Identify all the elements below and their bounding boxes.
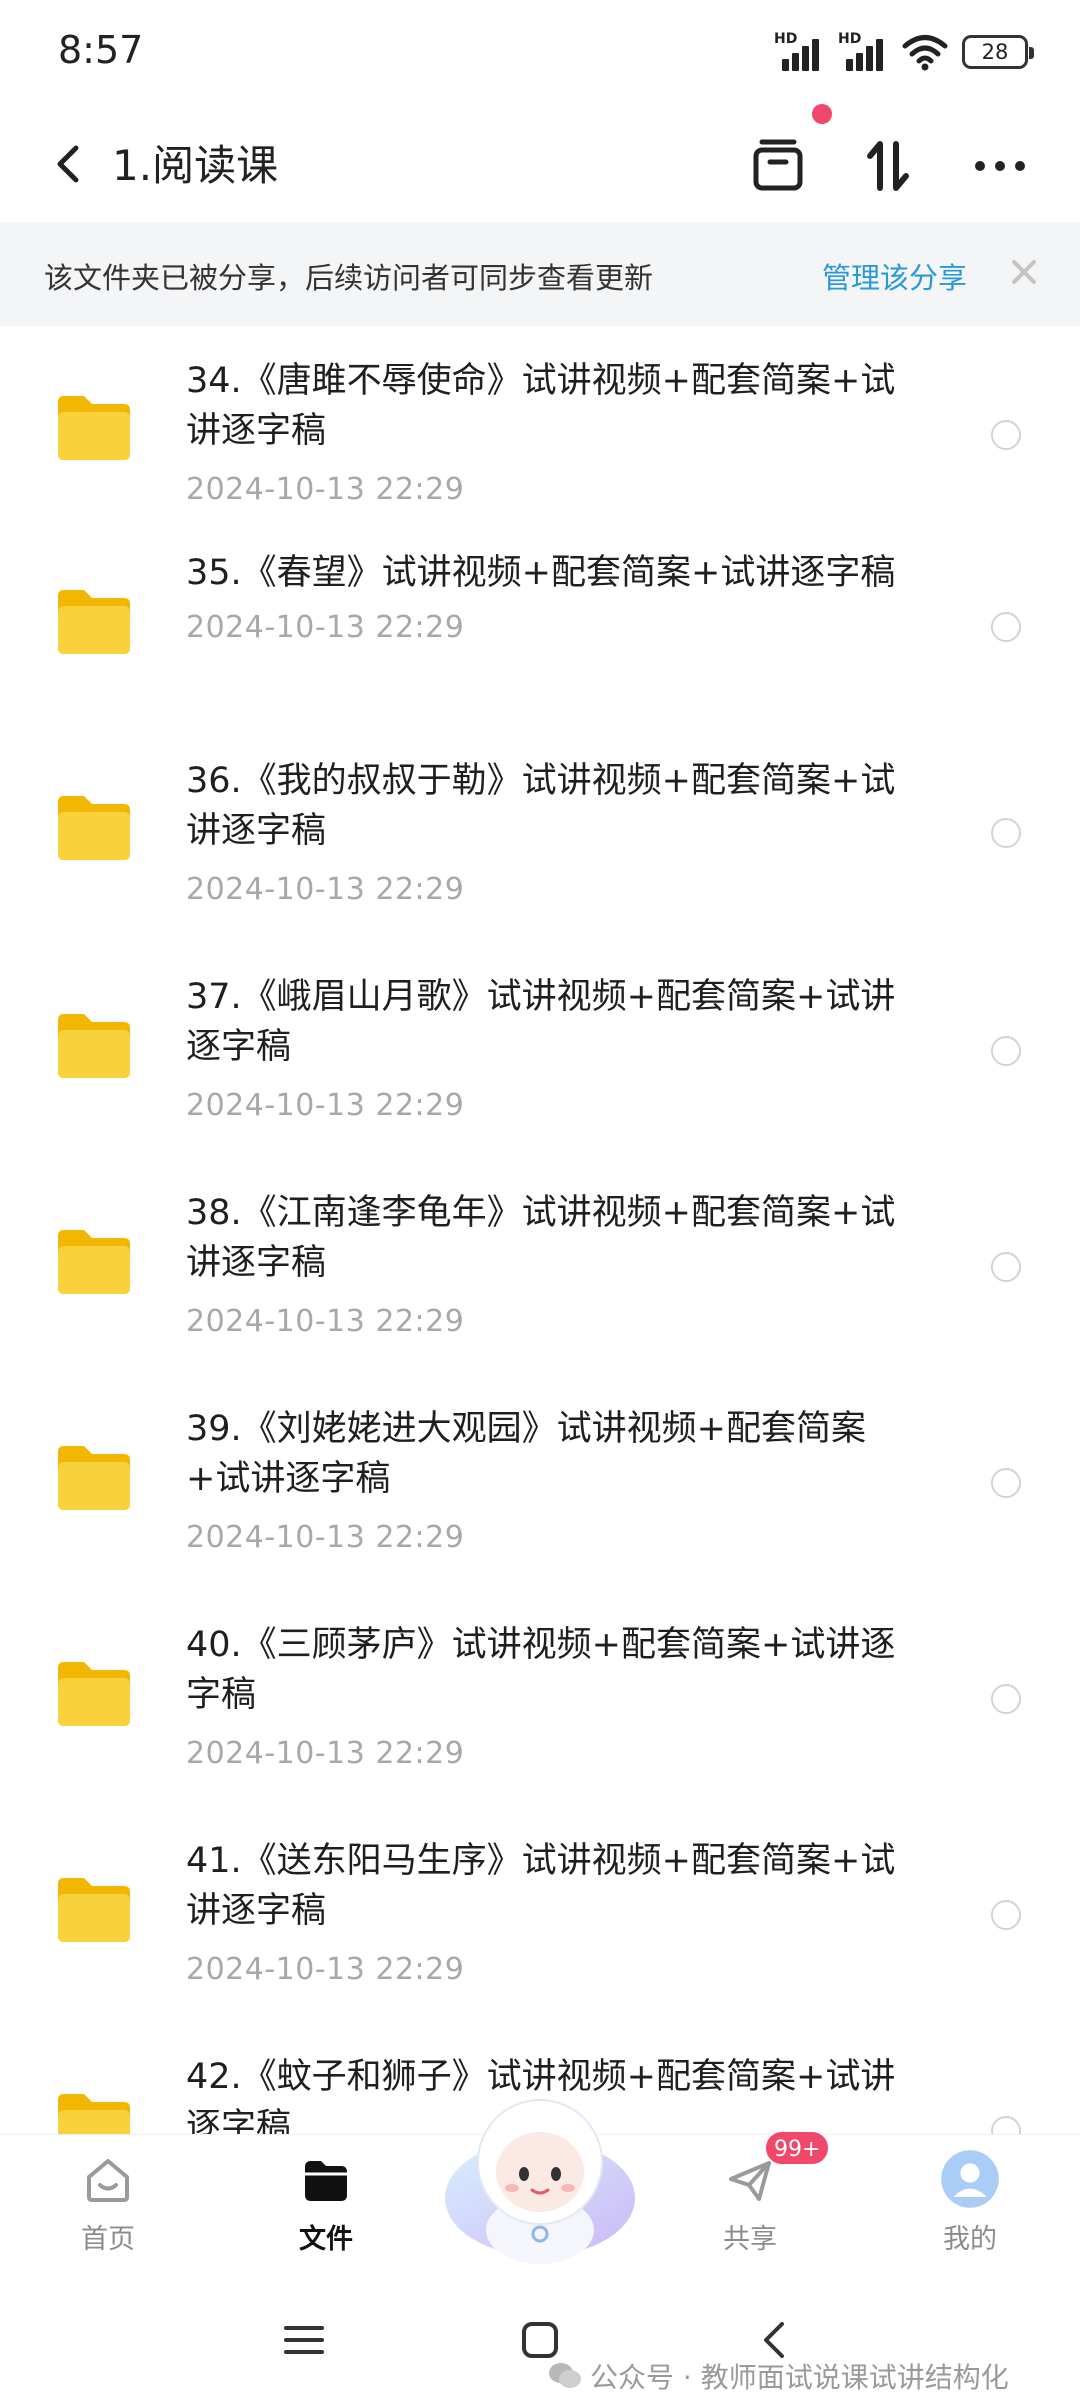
file-date: 2024-10-13 22:29 (186, 1088, 465, 1123)
file-date: 2024-10-13 22:29 (186, 1736, 465, 1771)
folder-icon (58, 590, 130, 654)
folder-icon (305, 2161, 347, 2201)
watermark-text: 公众号 · 教师面试说课试讲结构化 (590, 2361, 1009, 2394)
battery-icon: 28 (962, 35, 1034, 69)
notification-dot (812, 104, 832, 124)
nav-files-label: 文件 (299, 2224, 353, 2255)
file-title: 41.《送东阳马生序》试讲视频+配套简案+试讲逐字稿 (186, 1841, 896, 1931)
file-title: 36.《我的叔叔于勒》试讲视频+配套简案+试讲逐字稿 (186, 761, 896, 851)
list-item[interactable]: 40.《三顾茅庐》试讲视频+配套简案+试讲逐字稿 2024-10-13 22:2… (0, 1590, 1080, 1806)
file-date: 2024-10-13 22:29 (186, 472, 465, 507)
file-title: 35.《春望》试讲视频+配套简案+试讲逐字稿 (186, 553, 896, 593)
sort-icon[interactable] (850, 128, 926, 204)
send-icon (729, 2161, 771, 2201)
close-icon[interactable] (1004, 252, 1044, 292)
status-icons: HD HD 28 (774, 30, 1034, 74)
select-radio[interactable] (991, 1684, 1021, 1714)
folder-icon (58, 1446, 130, 1510)
header: 1.阅读课 (0, 110, 1080, 220)
file-date: 2024-10-13 22:29 (186, 610, 465, 645)
select-radio[interactable] (991, 2116, 1021, 2134)
file-title: 38.《江南逢李龟年》试讲视频+配套简案+试讲逐字稿 (186, 1193, 896, 1283)
select-radio[interactable] (991, 818, 1021, 848)
wechat-icon (549, 2363, 581, 2388)
folder-icon (58, 1014, 130, 1078)
nav-home-label: 首页 (81, 2224, 135, 2255)
page-title: 1.阅读课 (112, 141, 279, 190)
status-time: 8:57 (58, 28, 144, 72)
hd-label: HD (774, 31, 798, 47)
file-title: 39.《刘姥姥进大观园》试讲视频+配套简案+试讲逐字稿 (186, 1409, 866, 1499)
avatar-icon (941, 2150, 999, 2208)
nav-mine-label: 我的 (943, 2224, 997, 2255)
status-bar: 8:57 HD HD 28 (0, 0, 1080, 100)
select-radio[interactable] (991, 1468, 1021, 1498)
file-date: 2024-10-13 22:29 (186, 1520, 465, 1555)
nav-share-label: 共享 (723, 2224, 777, 2255)
file-date: 2024-10-13 22:29 (186, 872, 465, 907)
select-radio[interactable] (991, 1252, 1021, 1282)
file-title: 37.《峨眉山月歌》试讲视频+配套简案+试讲逐字稿 (186, 977, 896, 1067)
list-item[interactable]: 41.《送东阳马生序》试讲视频+配套简案+试讲逐字稿 2024-10-13 22… (0, 1806, 1080, 2022)
folder-icon (58, 796, 130, 860)
nav-home[interactable]: 首页 (38, 2145, 178, 2265)
mascot-assistant-icon[interactable] (440, 2080, 640, 2270)
cellular-signal-icon-2: HD (838, 31, 888, 73)
share-banner-text: 该文件夹已被分享，后续访问者可同步查看更新 (44, 261, 654, 295)
cellular-signal-icon: HD (774, 31, 824, 73)
nav-mine[interactable]: 我的 (900, 2145, 1040, 2265)
file-title: 40.《三顾茅庐》试讲视频+配套简案+试讲逐字稿 (186, 1625, 896, 1715)
list-item[interactable]: 39.《刘姥姥进大观园》试讲视频+配套简案+试讲逐字稿 2024-10-13 2… (0, 1374, 1080, 1590)
file-title: 34.《唐雎不辱使命》试讲视频+配套简案+试讲逐字稿 (186, 361, 896, 451)
list-item[interactable]: 38.《江南逢李龟年》试讲视频+配套简案+试讲逐字稿 2024-10-13 22… (0, 1158, 1080, 1374)
file-date: 2024-10-13 22:29 (186, 1952, 465, 1987)
select-radio[interactable] (991, 1900, 1021, 1930)
folder-icon (58, 396, 130, 460)
file-date: 2024-10-13 22:29 (186, 1304, 465, 1339)
back-icon[interactable] (40, 134, 100, 194)
folder-icon (58, 1662, 130, 1726)
folder-icon (58, 2094, 130, 2134)
share-banner: 该文件夹已被分享，后续访问者可同步查看更新 管理该分享 (0, 222, 1080, 326)
list-item[interactable]: 37.《峨眉山月歌》试讲视频+配套简案+试讲逐字稿 2024-10-13 22:… (0, 942, 1080, 1158)
file-list: 34.《唐雎不辱使命》试讲视频+配套简案+试讲逐字稿 2024-10-13 22… (0, 326, 1080, 2134)
wifi-icon (902, 35, 948, 71)
select-radio[interactable] (991, 420, 1021, 450)
share-badge: 99+ (764, 2130, 831, 2166)
list-item[interactable]: 35.《春望》试讲视频+配套简案+试讲逐字稿 2024-10-13 22:29 (0, 526, 1080, 726)
system-nav-bar: 公众号 · 教师面试说课试讲结构化 (0, 2274, 1080, 2401)
watermark: 公众号 · 教师面试说课试讲结构化 (548, 2356, 1009, 2396)
list-item[interactable]: 36.《我的叔叔于勒》试讲视频+配套简案+试讲逐字稿 2024-10-13 22… (0, 726, 1080, 942)
select-radio[interactable] (991, 1036, 1021, 1066)
folder-icon (58, 1230, 130, 1294)
list-item[interactable]: 34.《唐雎不辱使命》试讲视频+配套简案+试讲逐字稿 2024-10-13 22… (0, 326, 1080, 526)
screen: 8:57 HD HD 28 1.阅读课 该文件夹已被分享，后续访问者可同步查看更… (0, 0, 1080, 2401)
folder-icon (58, 1878, 130, 1942)
more-icon[interactable] (962, 128, 1038, 204)
battery-level: 28 (981, 40, 1009, 64)
menu-icon[interactable] (274, 2310, 334, 2370)
select-radio[interactable] (991, 612, 1021, 642)
nav-files[interactable]: 文件 (256, 2145, 396, 2265)
home-icon (87, 2159, 129, 2202)
hd-label-2: HD (838, 31, 862, 47)
manage-share-link[interactable]: 管理该分享 (822, 255, 967, 297)
archive-icon[interactable] (740, 128, 816, 204)
